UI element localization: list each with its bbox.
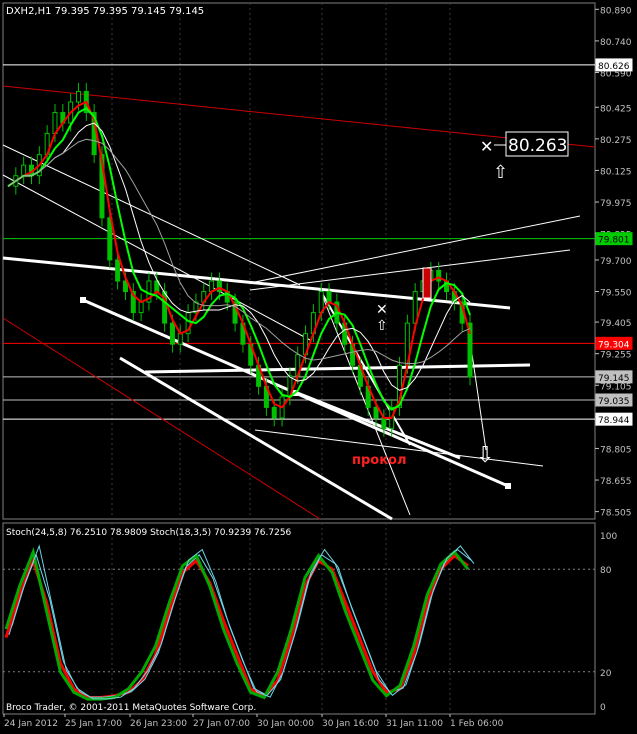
anchor-point-1 (80, 297, 86, 303)
price-marker-label: 80.626 (598, 62, 630, 72)
time-tick-label: 30 Jan 00:00 (257, 719, 314, 729)
candle-body (381, 417, 387, 429)
target-price-label: 80.263 (508, 136, 567, 156)
price-marker-label: 79.304 (598, 340, 630, 350)
up-arrow-icon-2: ⇧ (376, 318, 388, 334)
price-tick-label: 78.505 (600, 509, 632, 519)
candle-body (169, 322, 175, 345)
chart-window: ✕ 80.263 ⇧ ✕ ⇧ ⇩ прокол 80.89080.74080.5… (2, 2, 633, 729)
copyright-text: Broco Trader, © 2001-2011 MetaQuotes Sof… (6, 703, 256, 713)
candle-body (177, 333, 183, 345)
candle-body (436, 269, 442, 282)
main-chart-frame (2, 2, 596, 520)
price-tick-label: 80.740 (600, 38, 632, 48)
price-tick-label: 79.255 (600, 351, 632, 361)
target-cross-icon: ✕ (480, 137, 493, 156)
candle-body (75, 90, 81, 103)
price-tick-label: 80.275 (600, 136, 632, 146)
candle-body (138, 301, 144, 314)
price-tick-label: 80.125 (600, 167, 632, 177)
time-axis: 24 Jan 2012 25 Jan 17:00 26 Jan 23:00 27 Ja… (3, 714, 504, 729)
candle-body (115, 259, 121, 282)
time-tick-label: 25 Jan 17:00 (65, 719, 122, 729)
price-axis: 80.89080.74080.59080.42580.27580.12579.9… (595, 6, 632, 519)
price-marker-label: 79.145 (598, 374, 630, 384)
osc-tick-label: 0 (600, 703, 606, 713)
price-tick-label: 79.550 (600, 289, 632, 299)
price-tick-label: 80.890 (600, 6, 632, 16)
price-tick-label: 80.425 (600, 104, 632, 114)
anchor-point-3 (505, 483, 511, 489)
candle-body (216, 280, 222, 293)
oscillator-axis: 100 80 20 0 (600, 532, 617, 713)
osc-tick-label: 100 (600, 532, 617, 542)
candle-body (107, 217, 113, 261)
cross-icon-2: ✕ (376, 302, 388, 318)
price-marker-label: 78.944 (598, 416, 630, 426)
time-tick-label: 30 Jan 16:00 (322, 719, 379, 729)
symbol-info: DXH2,H1 79.395 79.395 79.145 79.145 (6, 6, 204, 17)
price-tick-label: 78.805 (600, 445, 632, 455)
price-tick-label: 79.405 (600, 319, 632, 329)
time-tick-label: 1 Feb 06:00 (450, 719, 504, 729)
price-marker-label: 79.035 (598, 397, 630, 407)
time-tick-label: 27 Jan 07:00 (193, 719, 250, 729)
red-bar-marker (422, 267, 432, 299)
osc-tick-label: 20 (600, 669, 612, 679)
candle-body (326, 291, 332, 303)
osc-tick-label: 80 (600, 566, 612, 576)
time-tick-label: 24 Jan 2012 (4, 719, 58, 729)
time-tick-label: 26 Jan 23:00 (130, 719, 187, 729)
down-arrow-icon: ⇩ (476, 443, 494, 468)
price-tick-label: 79.975 (600, 199, 632, 209)
up-arrow-icon: ⇧ (493, 162, 508, 183)
price-marker-label: 79.801 (598, 236, 630, 246)
time-tick-label: 31 Jan 11:00 (386, 719, 443, 729)
price-tick-label: 78.655 (600, 477, 632, 487)
price-tick-label: 79.700 (600, 257, 632, 267)
pierce-label: прокол (352, 453, 407, 468)
candle-body (271, 406, 277, 419)
candle-body (373, 406, 379, 419)
oscillator-info: Stoch(24,5,8) 76.2510 78.9809 Stoch(18,3… (6, 528, 292, 538)
